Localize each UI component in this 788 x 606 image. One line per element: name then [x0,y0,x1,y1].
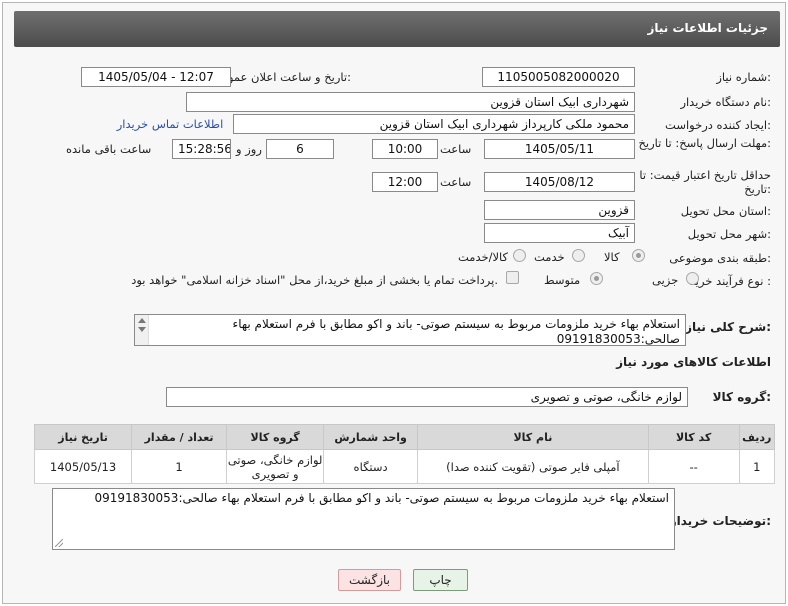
page-title: جزئیات اطلاعات نیاز [647,21,768,35]
goods-group-label: گروه کالا: [712,390,771,404]
price-validity-time-field[interactable]: 12:00 [372,172,438,192]
deadline-date-field[interactable]: 1405/05/11 [484,139,635,159]
category-goods-radio[interactable] [632,249,645,262]
description-scrollbar[interactable] [135,315,149,345]
cell-quantity: 1 [131,449,228,484]
table-header-row: ردیف کد کالا نام کالا واحد شمارش گروه کا… [33,424,776,450]
announce-datetime-label: تاریخ و ساعت اعلان عمومی: [212,70,351,84]
cell-item-group: لوازم خانگی، صوتی و تصویری [226,449,325,484]
need-number-field[interactable]: 1105005082000020 [482,67,635,87]
page-header: جزئیات اطلاعات نیاز [14,11,780,47]
buyer-notes-text: استعلام بهاء خرید ملزومات مربوط به سیستم… [94,491,669,505]
city-field[interactable]: آبیک [484,223,635,243]
col-unit: واحد شمارش [323,424,419,450]
cell-item-name: آمپلی فایر صوتی (تقویت کننده صدا) [417,449,649,484]
col-item-group: گروه کالا [226,424,325,450]
province-field[interactable]: قزوین [484,200,635,220]
category-goods-service-radio[interactable] [513,249,526,262]
col-need-date: تاریخ نیاز [33,424,133,450]
deadline-label: مهلت ارسال پاسخ: تا تاریخ: [638,136,771,150]
process-minor-radio[interactable] [686,272,699,285]
price-validity-label: حداقل تاریخ اعتبار قیمت: تا تاریخ: [639,168,771,196]
col-item-code: کد کالا [647,424,740,450]
cell-item-code: -- [647,449,740,484]
scroll-down-icon[interactable] [138,327,146,332]
deadline-days-label: روز و [236,142,262,156]
buyer-contact-link[interactable]: اطلاعات تماس خریدار [110,117,230,131]
print-button[interactable]: چاپ [413,569,468,591]
process-medium-radio[interactable] [590,272,603,285]
description-textarea[interactable]: استعلام بهاء خرید ملزومات مربوط به سیستم… [134,314,686,346]
process-label: نوع فرآیند خرید : [689,274,771,288]
process-medium-label: متوسط [544,273,581,287]
buyer-notes-textarea[interactable]: استعلام بهاء خرید ملزومات مربوط به سیستم… [52,488,675,550]
resize-grip-icon[interactable] [55,539,63,547]
price-validity-date-field[interactable]: 1405/08/12 [484,172,635,192]
buyer-org-label: نام دستگاه خریدار: [680,95,771,109]
requester-label: ایجاد کننده درخواست: [665,118,771,132]
process-minor-label: جزیی [652,273,679,287]
col-row-number: ردیف [738,424,776,450]
province-label: استان محل تحویل: [680,204,771,218]
category-goods-label: کالا [604,250,620,264]
price-validity-time-label: ساعت [440,175,472,189]
category-service-label: خدمت [534,250,565,264]
remaining-time-field[interactable]: 15:28:56 [172,139,231,159]
back-button[interactable]: بازگشت [338,569,401,591]
buyer-org-field[interactable]: شهرداری ابیک استان قزوین [186,92,635,112]
announce-datetime-field[interactable]: 1405/05/04 - 12:07 [81,67,231,87]
deadline-time-field[interactable]: 10:00 [372,139,438,159]
remaining-time-label: ساعت باقی مانده [66,142,152,156]
description-text: استعلام بهاء خرید ملزومات مربوط به سیستم… [232,317,680,346]
col-quantity: تعداد / مقدار [131,424,228,450]
city-label: شهر محل تحویل: [687,227,771,241]
cell-need-date: 1405/05/13 [33,449,133,484]
requester-field[interactable]: محمود ملکی کارپرداز شهرداری ابیک استان ق… [233,114,635,134]
col-item-name: نام کالا [417,424,649,450]
need-number-label: شماره نیاز: [716,70,771,84]
goods-table: ردیف کد کالا نام کالا واحد شمارش گروه کا… [33,424,776,484]
cell-unit: دستگاه [323,449,419,484]
scroll-up-icon[interactable] [138,318,146,323]
cell-row-number: 1 [738,449,776,484]
buyer-notes-label: توضیحات خریدار: [669,514,771,528]
deadline-time-label: ساعت [440,142,472,156]
goods-group-field[interactable]: لوازم خانگی، صوتی و تصویری [166,387,688,407]
treasury-payment-label: پرداخت تمام یا بخشی از مبلغ خرید،از محل … [131,273,498,287]
category-service-radio[interactable] [572,249,585,262]
category-goods-service-label: کالا/خدمت [458,250,509,264]
treasury-payment-checkbox[interactable] [506,271,519,284]
description-label: شرح کلی نیاز: [685,320,771,334]
deadline-days-field[interactable]: 6 [266,139,334,159]
category-label: طبقه بندی موضوعی: [669,251,771,265]
goods-section-title: اطلاعات کالاهای مورد نیاز [616,355,771,369]
table-row: 1 -- آمپلی فایر صوتی (تقویت کننده صدا) د… [33,449,776,484]
